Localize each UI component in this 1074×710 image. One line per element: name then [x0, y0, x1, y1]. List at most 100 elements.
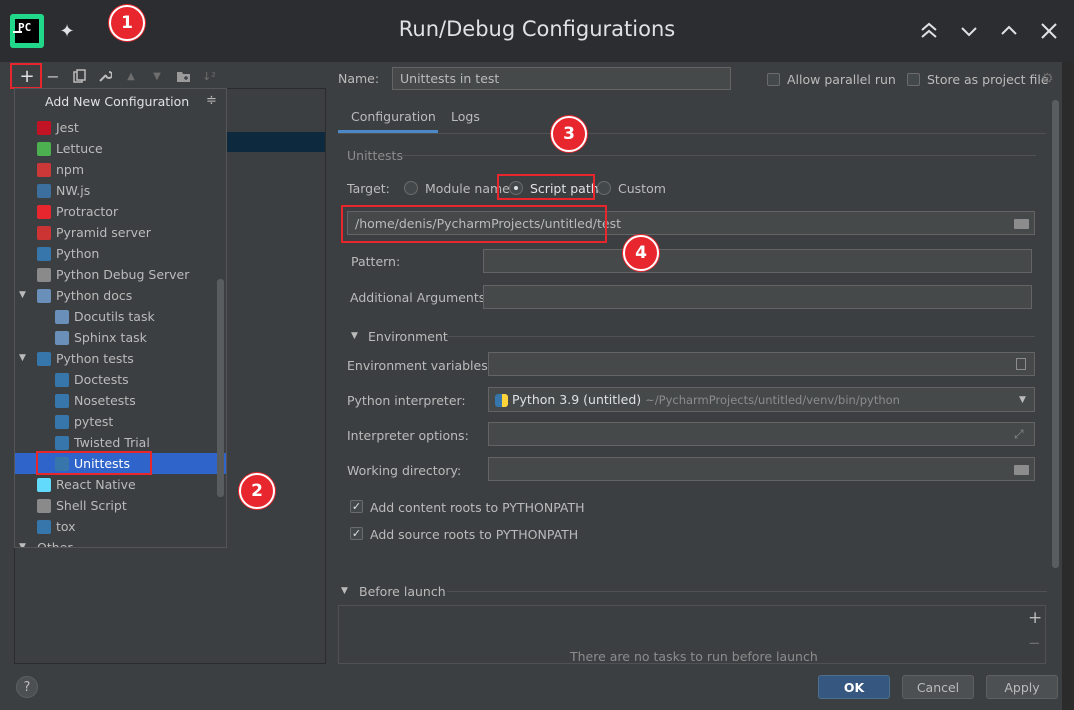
- popup-item-lettuce[interactable]: Lettuce: [15, 138, 226, 159]
- help-button[interactable]: ?: [16, 676, 38, 698]
- tab-configuration[interactable]: Configuration: [351, 109, 436, 124]
- move-up-button[interactable]: ▲: [120, 65, 142, 87]
- popup-scrollbar[interactable]: [217, 279, 224, 497]
- doctests-icon: [55, 372, 69, 387]
- popup-item-tox[interactable]: tox: [15, 516, 226, 537]
- store-project-checkbox[interactable]: [907, 73, 920, 86]
- additional-args-label: Additional Arguments:: [350, 290, 490, 305]
- interp-options-input[interactable]: [488, 422, 1035, 446]
- popup-item-python-tests[interactable]: ▼ Python tests: [15, 348, 226, 369]
- debug-server-icon: [37, 267, 51, 282]
- browse-folder-icon[interactable]: [1014, 219, 1029, 229]
- additional-args-input[interactable]: [483, 285, 1032, 309]
- nosetests-icon: [55, 393, 69, 408]
- popup-item-doctests[interactable]: Doctests: [15, 369, 226, 390]
- interpreter-value: Python 3.9 (untitled): [512, 392, 642, 407]
- popup-item-sphinx-task[interactable]: Sphinx task: [15, 327, 226, 348]
- pytest-icon: [55, 414, 69, 429]
- maximize-chevrons-icon[interactable]: [914, 16, 944, 46]
- module-name-radio[interactable]: [404, 181, 418, 195]
- popup-item-twisted-trial[interactable]: Twisted Trial: [15, 432, 226, 453]
- environment-collapse-icon[interactable]: ▼: [351, 331, 358, 341]
- pattern-input[interactable]: [483, 249, 1032, 273]
- expand-arrow-icon[interactable]: ▼: [19, 353, 26, 363]
- popup-item-label: Pyramid server: [56, 225, 151, 240]
- tab-logs[interactable]: Logs: [451, 109, 480, 124]
- interpreter-select[interactable]: Python 3.9 (untitled) ~/PycharmProjects/…: [488, 387, 1035, 412]
- selected-tree-row[interactable]: [227, 132, 325, 152]
- environment-divider: [447, 336, 1035, 337]
- new-folder-icon[interactable]: [172, 65, 194, 87]
- popup-item-label: Doctests: [74, 372, 129, 387]
- section-title: Unittests: [347, 148, 403, 163]
- annotation-box-unittests: [36, 451, 152, 475]
- nwjs-icon: [37, 183, 51, 198]
- before-launch-collapse-icon[interactable]: ▼: [341, 586, 348, 596]
- popup-item-label: Nosetests: [74, 393, 136, 408]
- edit-defaults-wrench-icon[interactable]: [94, 65, 116, 87]
- interpreter-path: ~/PycharmProjects/untitled/venv/bin/pyth…: [645, 393, 900, 407]
- minimize-chevron-icon[interactable]: [954, 16, 984, 46]
- restore-chevron-icon[interactable]: [994, 16, 1024, 46]
- popup-item-python-debug-server[interactable]: Python Debug Server: [15, 264, 226, 285]
- add-task-button[interactable]: +: [1028, 608, 1042, 628]
- allow-parallel-checkbox[interactable]: [767, 73, 780, 86]
- workdir-folder-icon[interactable]: [1014, 465, 1029, 475]
- name-input[interactable]: Unittests in test: [392, 67, 731, 90]
- annotation-badge-1: 1: [109, 5, 145, 41]
- no-tasks-text: There are no tasks to run before launch: [570, 649, 818, 664]
- custom-radio[interactable]: [597, 181, 611, 195]
- popup-item-label: Jest: [56, 120, 79, 135]
- gear-icon[interactable]: ⚙: [1041, 71, 1054, 87]
- popup-item-docutils-task[interactable]: Docutils task: [15, 306, 226, 327]
- source-roots-checkbox[interactable]: ✓: [350, 527, 363, 540]
- python-icon: [37, 246, 51, 261]
- chevron-down-icon[interactable]: ▼: [1019, 395, 1026, 405]
- popup-item-react-native[interactable]: React Native: [15, 474, 226, 495]
- collapse-all-icon[interactable]: ≑: [206, 93, 217, 108]
- popup-item-nosetests[interactable]: Nosetests: [15, 390, 226, 411]
- sort-icon[interactable]: ↓²: [198, 65, 220, 87]
- store-project-label: Store as project file: [927, 72, 1049, 87]
- custom-label: Custom: [618, 181, 666, 196]
- popup-item-shell-script[interactable]: Shell Script: [15, 495, 226, 516]
- popup-item-protractor[interactable]: Protractor: [15, 201, 226, 222]
- remove-task-button[interactable]: −: [1028, 634, 1041, 652]
- sphinx-icon: [55, 330, 69, 345]
- popup-item-pyramid-server[interactable]: Pyramid server: [15, 222, 226, 243]
- popup-item-other[interactable]: ▼ Other: [15, 537, 226, 548]
- apply-button[interactable]: Apply: [986, 675, 1058, 699]
- popup-item-jest[interactable]: Jest: [15, 117, 226, 138]
- move-down-button[interactable]: ▼: [146, 65, 168, 87]
- workdir-input[interactable]: [488, 457, 1035, 481]
- python-tests-icon: [37, 351, 51, 366]
- popup-item-label: Python: [56, 246, 100, 261]
- protractor-icon: [37, 204, 51, 219]
- popup-item-python[interactable]: Python: [15, 243, 226, 264]
- workdir-label: Working directory:: [347, 463, 462, 478]
- popup-item-python-docs[interactable]: ▼ Python docs: [15, 285, 226, 306]
- ok-button[interactable]: OK: [818, 675, 890, 699]
- form-scrollbar[interactable]: [1052, 100, 1059, 568]
- cancel-button[interactable]: Cancel: [902, 675, 974, 699]
- expand-icon[interactable]: ⤢: [1014, 427, 1024, 442]
- env-vars-edit-icon[interactable]: [1016, 358, 1026, 370]
- remove-configuration-button[interactable]: −: [42, 65, 64, 87]
- annotation-badge-3: 3: [551, 116, 587, 152]
- popup-item-label: Twisted Trial: [74, 435, 150, 450]
- popup-item-pytest[interactable]: pytest: [15, 411, 226, 432]
- popup-item-label: Other: [37, 540, 73, 548]
- expand-arrow-icon[interactable]: ▼: [19, 290, 26, 300]
- expand-arrow-icon[interactable]: ▼: [19, 542, 26, 547]
- content-roots-checkbox[interactable]: ✓: [350, 500, 363, 513]
- annotation-box-path: [341, 205, 607, 243]
- popup-item-label: tox: [56, 519, 76, 534]
- popup-item-nw-js[interactable]: NW.js: [15, 180, 226, 201]
- popup-item-label: Python docs: [56, 288, 133, 303]
- popup-item-npm[interactable]: npm: [15, 159, 226, 180]
- close-icon[interactable]: [1034, 16, 1064, 46]
- env-vars-input[interactable]: [488, 352, 1035, 376]
- popup-item-label: Shell Script: [56, 498, 127, 513]
- annotation-badge-2: 2: [239, 473, 275, 509]
- copy-configuration-button[interactable]: [68, 65, 90, 87]
